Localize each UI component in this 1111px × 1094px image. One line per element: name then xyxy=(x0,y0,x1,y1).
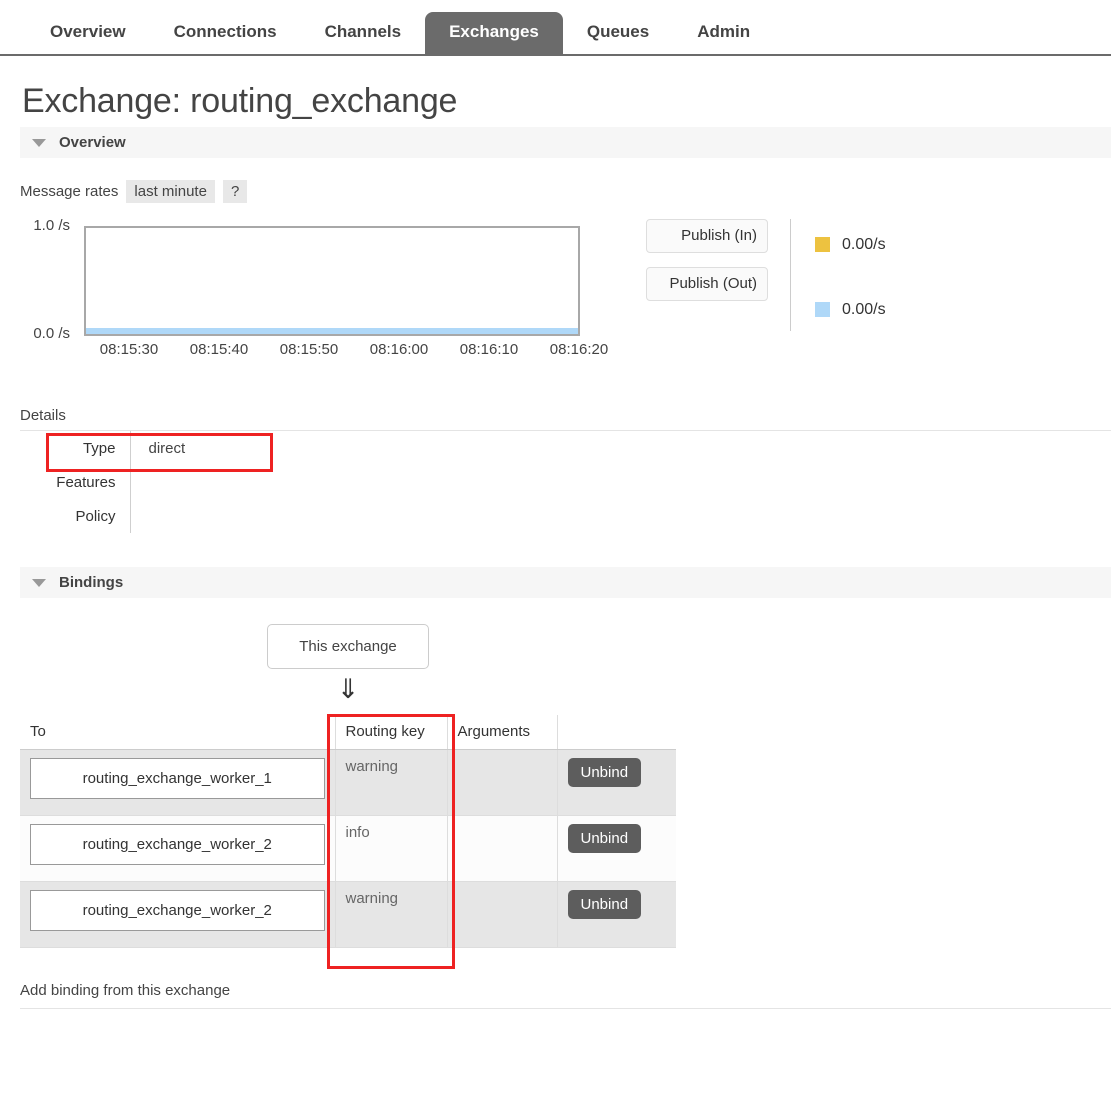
details-row-value xyxy=(129,499,260,533)
tab-connections[interactable]: Connections xyxy=(150,12,301,54)
table-row: routing_exchange_worker_2 warning Unbind xyxy=(20,881,676,948)
legend-values: 0.00/s 0.00/s xyxy=(815,219,886,335)
binding-arguments-cell xyxy=(447,881,558,948)
page-title: Exchange: routing_exchange xyxy=(22,82,458,120)
message-rates-controls: Message rates last minute ? xyxy=(20,180,1111,203)
message-rates-chart-region: 1.0 /s 0.0 /s 08:15:30 08:15:40 08:15:50… xyxy=(0,217,1111,377)
section-header-bindings-label: Bindings xyxy=(59,574,124,591)
binding-routing-key-cell: warning xyxy=(335,881,448,948)
legend-swatch-publish-in xyxy=(815,237,830,252)
series-button-publish-out[interactable]: Publish (Out) xyxy=(646,267,768,301)
y-axis-tick-bottom: 0.0 /s xyxy=(33,325,70,342)
y-axis-tick-top: 1.0 /s xyxy=(33,217,70,234)
legend-value-publish-in: 0.00/s xyxy=(842,235,886,253)
unbind-button[interactable]: Unbind xyxy=(567,823,642,853)
queue-link[interactable]: routing_exchange_worker_1 xyxy=(30,757,325,799)
binding-action-cell: Unbind xyxy=(557,881,676,948)
binding-to-cell: routing_exchange_worker_2 xyxy=(20,815,336,882)
main-navigation: Overview Connections Channels Exchanges … xyxy=(0,0,1111,56)
details-row-label: Type xyxy=(82,439,116,457)
unbind-button[interactable]: Unbind xyxy=(567,889,642,919)
x-axis-tick: 08:16:00 xyxy=(369,341,429,358)
period-selector-last-minute[interactable]: last minute xyxy=(126,180,215,203)
message-rates-label: Message rates xyxy=(20,183,119,200)
help-icon[interactable]: ? xyxy=(222,180,248,203)
bindings-table-header-row: To Routing key Arguments xyxy=(20,715,676,750)
section-header-overview[interactable]: Overview xyxy=(20,127,1111,158)
binding-to-cell: routing_exchange_worker_2 xyxy=(20,881,336,948)
nav-tab-list: Overview Connections Channels Exchanges … xyxy=(26,0,1111,56)
binding-action-cell: Unbind xyxy=(557,749,676,816)
details-row-type: Type direct xyxy=(20,431,260,465)
chevron-down-icon xyxy=(32,138,46,147)
tab-exchanges[interactable]: Exchanges xyxy=(425,12,563,56)
tab-queues[interactable]: Queues xyxy=(563,12,673,54)
details-row-label: Policy xyxy=(75,507,116,525)
add-binding-divider xyxy=(20,1007,1111,1009)
tab-admin[interactable]: Admin xyxy=(673,12,774,54)
chart-plot-area xyxy=(84,226,580,336)
this-exchange-node[interactable]: This exchange xyxy=(267,624,429,669)
series-button-publish-in[interactable]: Publish (In) xyxy=(646,219,768,253)
details-table: Type direct Features Policy xyxy=(20,431,1111,533)
details-row-value: direct xyxy=(129,431,260,465)
chart-series-buttons: Publish (In) Publish (Out) xyxy=(646,219,768,301)
legend-item-publish-out: 0.00/s xyxy=(815,284,886,335)
x-axis-tick: 08:16:10 xyxy=(459,341,519,358)
details-row-value xyxy=(129,465,260,499)
binding-action-cell: Unbind xyxy=(557,815,676,882)
binding-arguments-cell xyxy=(447,749,558,816)
legend-value-publish-out: 0.00/s xyxy=(842,300,886,318)
column-header-to: To xyxy=(20,715,336,750)
binding-routing-key-cell: info xyxy=(335,815,448,882)
binding-routing-key-cell: warning xyxy=(335,749,448,816)
x-axis-tick: 08:15:50 xyxy=(279,341,339,358)
message-rates-chart: 1.0 /s 0.0 /s 08:15:30 08:15:40 08:15:50… xyxy=(0,217,630,377)
tab-overview[interactable]: Overview xyxy=(26,12,150,54)
binding-to-cell: routing_exchange_worker_1 xyxy=(20,749,336,816)
series-publish-out-line xyxy=(86,328,578,334)
section-header-bindings[interactable]: Bindings xyxy=(20,567,1111,598)
legend-item-publish-in: 0.00/s xyxy=(815,219,886,270)
x-axis-tick-labels: 08:15:30 08:15:40 08:15:50 08:16:00 08:1… xyxy=(84,341,624,358)
details-row-policy: Policy xyxy=(20,499,260,533)
bindings-table: To Routing key Arguments routing_exchang… xyxy=(20,715,676,948)
legend-swatch-publish-out xyxy=(815,302,830,317)
x-axis-tick: 08:15:30 xyxy=(99,341,159,358)
unbind-button[interactable]: Unbind xyxy=(567,757,642,787)
down-arrow-icon: ⇓ xyxy=(336,674,360,704)
queue-link[interactable]: routing_exchange_worker_2 xyxy=(30,889,325,931)
bindings-table-wrapper: To Routing key Arguments routing_exchang… xyxy=(20,714,1111,969)
chevron-down-icon xyxy=(32,578,46,587)
x-axis-tick: 08:16:20 xyxy=(549,341,609,358)
details-row-label: Features xyxy=(56,473,116,491)
tab-channels[interactable]: Channels xyxy=(301,12,426,54)
binding-arguments-cell xyxy=(447,815,558,882)
details-label: Details xyxy=(20,407,66,424)
column-header-arguments: Arguments xyxy=(447,715,558,750)
column-header-actions xyxy=(557,715,676,750)
column-header-routing-key: Routing key xyxy=(335,715,448,750)
details-row-features: Features xyxy=(20,465,260,499)
table-row: routing_exchange_worker_1 warning Unbind xyxy=(20,749,676,816)
add-binding-label[interactable]: Add binding from this exchange xyxy=(20,982,1111,999)
queue-link[interactable]: routing_exchange_worker_2 xyxy=(30,823,325,865)
x-axis-tick: 08:15:40 xyxy=(189,341,249,358)
chart-legend: Publish (In) Publish (Out) 0.00/s 0.00/s xyxy=(646,219,886,335)
legend-divider xyxy=(790,219,791,331)
bindings-section: Bindings This exchange ⇓ To Routing key … xyxy=(0,567,1111,1009)
table-row: routing_exchange_worker_2 info Unbind xyxy=(20,815,676,882)
section-header-overview-label: Overview xyxy=(59,134,126,151)
